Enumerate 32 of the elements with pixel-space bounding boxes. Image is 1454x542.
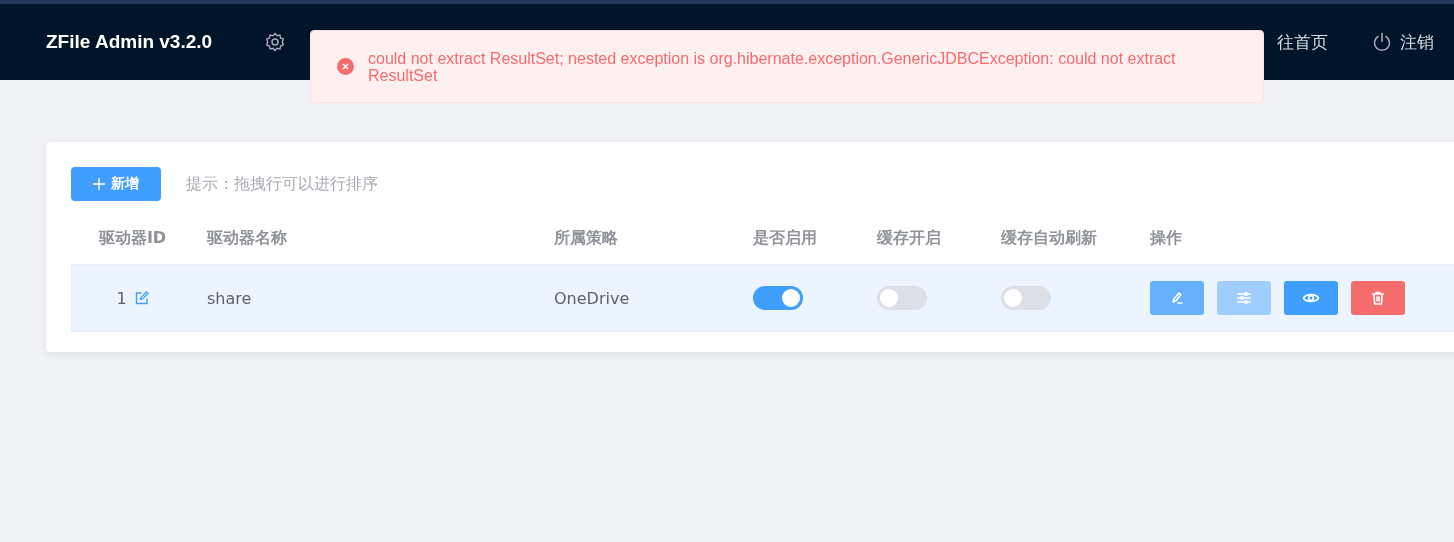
plus-icon xyxy=(93,178,105,190)
settings-button[interactable] xyxy=(1217,281,1271,315)
trash-icon xyxy=(1370,290,1386,306)
column-header: 所属策略 xyxy=(554,227,618,247)
edit-icon[interactable] xyxy=(134,291,149,305)
column-header: 是否启用 xyxy=(753,227,817,247)
sliders-icon xyxy=(1236,290,1252,306)
hint-text: 提示：拖拽行可以进行排序 xyxy=(186,173,378,195)
nav-item[interactable] xyxy=(265,32,286,52)
edit-button[interactable] xyxy=(1150,281,1204,315)
toggle-switch[interactable] xyxy=(877,286,927,310)
view-button[interactable] xyxy=(1284,281,1338,315)
delete-button[interactable] xyxy=(1351,281,1405,315)
settings-icon xyxy=(265,32,286,52)
table-cell: 1 xyxy=(116,288,127,308)
table-cell: OneDrive xyxy=(554,288,630,308)
nav-item[interactable]: 往首页 xyxy=(1277,30,1328,54)
toggle-switch[interactable] xyxy=(753,286,803,310)
pencil-icon xyxy=(1169,290,1185,306)
nav-item[interactable]: 注销 xyxy=(1372,30,1434,54)
column-header: 操作 xyxy=(1150,227,1182,247)
app-title: ZFile Admin v3.2.0 xyxy=(46,31,213,53)
table-row[interactable]: 1 share OneDrive xyxy=(71,265,1454,332)
table-cell: share xyxy=(207,288,252,308)
toggle-switch[interactable] xyxy=(1001,286,1051,310)
column-header: 缓存自动刷新 xyxy=(1001,227,1097,247)
error-icon xyxy=(337,58,354,75)
column-header: 驱动器名称 xyxy=(207,227,287,247)
error-message: could not extract ResultSet; nested exception is org.hibernate.exception.GenericJDBCException: could not extract ResultSet xyxy=(368,49,1177,84)
column-header: 驱动器ID xyxy=(98,227,167,247)
column-header: 缓存开启 xyxy=(877,227,941,247)
power-icon xyxy=(1372,32,1392,52)
